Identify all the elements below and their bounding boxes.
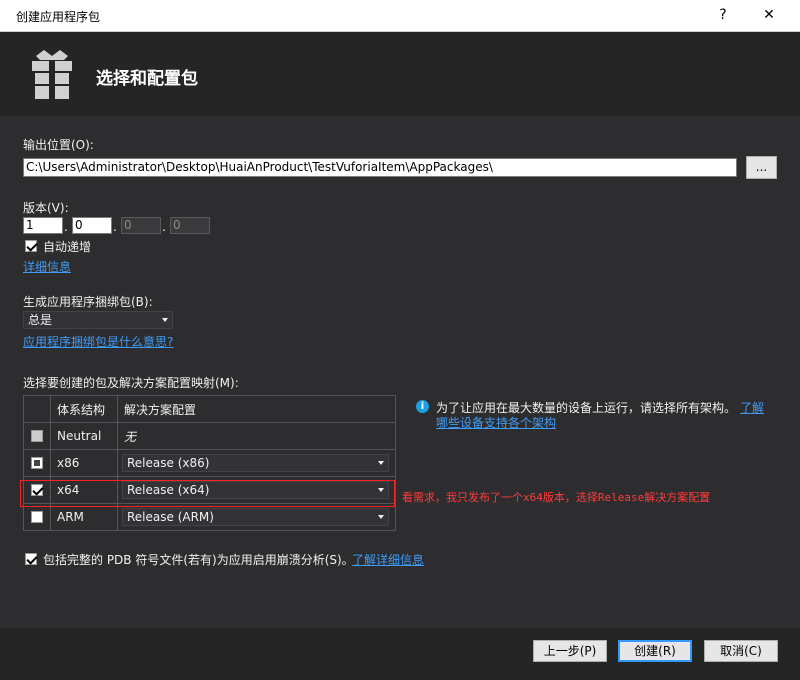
header-checkbox-cell [23,395,51,423]
row-architecture: ARM [50,503,118,531]
version-dot: . [113,220,117,234]
row-configuration: 无 [117,422,396,450]
pdb-learn-more-link[interactable]: 了解详细信息 [352,551,424,568]
mapping-label: 选择要创建的包及解决方案配置映射(M): [23,376,239,390]
table-row: Neutral 无 [23,422,396,450]
version-major-input[interactable]: 1 [23,217,63,234]
create-button[interactable]: 创建(R) [618,640,692,662]
x86-config-select[interactable]: Release (x86) [122,454,389,472]
cancel-button[interactable]: 取消(C) [704,640,778,662]
row-checkbox-cell [23,422,51,450]
info-link-learn[interactable]: 了解 [740,399,764,416]
row-configuration: Release (ARM) [127,510,214,524]
back-button[interactable]: 上一步(P) [533,640,607,662]
pdb-label: 包括完整的 PDB 符号文件(若有)为应用启用崩溃分析(S)。 [43,553,354,567]
chevron-down-icon [162,318,168,322]
output-location-label: 输出位置(O): [23,138,94,152]
package-gift-icon [30,48,74,103]
bundle-help-link[interactable]: 应用程序捆绑包是什么意思? [23,333,173,350]
row-checkbox-cell [23,503,51,531]
table-row: ARM Release (ARM) [23,503,396,531]
version-revision-input: 0 [170,217,210,234]
bundle-selected-value: 总是 [28,313,53,327]
x86-checkbox[interactable] [31,457,43,469]
help-button[interactable]: ? [708,4,738,26]
neutral-checkbox[interactable] [31,430,43,442]
version-dot: . [64,220,68,234]
title-bar: 创建应用程序包 ? ✕ [0,0,800,32]
row-configuration: Release (x86) [127,456,210,470]
row-configuration-cell: Release (ARM) [117,503,396,531]
row-checkbox-cell [23,449,51,477]
auto-increment-checkbox[interactable] [25,240,37,252]
header-architecture: 体系结构 [50,395,118,423]
output-path-input[interactable]: C:\Users\Administrator\Desktop\HuaiAnPro… [23,158,737,177]
arm-checkbox[interactable] [31,511,43,523]
browse-button[interactable]: ... [746,156,777,179]
bundle-select[interactable]: 总是 [23,311,173,329]
annotation-highlight-box [20,480,395,507]
auto-increment-label: 自动递增 [43,240,92,254]
table-header-row: 体系结构 解决方案配置 [23,395,396,423]
table-row: x86 Release (x86) [23,449,396,477]
close-button[interactable]: ✕ [754,4,784,26]
row-configuration-cell: Release (x86) [117,449,396,477]
info-icon: i [416,400,429,413]
details-link[interactable]: 详细信息 [23,258,71,275]
header-configuration: 解决方案配置 [117,395,396,423]
chevron-down-icon [378,515,384,519]
row-architecture: x86 [50,449,118,477]
page-title: 选择和配置包 [96,69,198,89]
row-architecture: Neutral [50,422,118,450]
architecture-table: 体系结构 解决方案配置 Neutral 无 x86 Release (x86) … [23,395,396,531]
version-dot: . [162,220,166,234]
info-link-devices[interactable]: 哪些设备支持各个架构 [436,414,556,431]
arm-config-select[interactable]: Release (ARM) [122,508,389,526]
version-minor-input[interactable]: 0 [72,217,112,234]
bundle-label: 生成应用程序捆绑包(B): [23,295,153,309]
version-build-input: 0 [121,217,161,234]
window-title: 创建应用程序包 [16,10,101,24]
chevron-down-icon [378,461,384,465]
pdb-checkbox[interactable] [25,553,37,565]
version-label: 版本(V): [23,201,69,215]
annotation-text: 看需求，我只发布了一个x64版本，选择Release解决方案配置 [402,491,711,504]
